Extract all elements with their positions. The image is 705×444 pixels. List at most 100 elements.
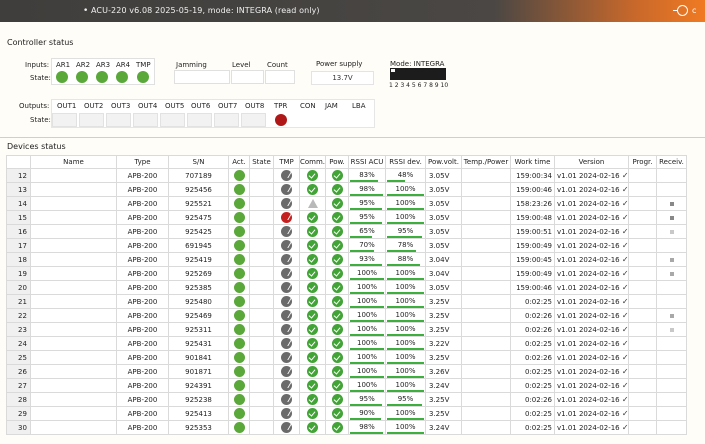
- device-name-cell[interactable]: [30, 322, 117, 337]
- outputs-state-label: State:: [30, 116, 51, 124]
- pow-volt-cell: 3.22V: [425, 336, 462, 351]
- progr-cell[interactable]: [628, 378, 657, 393]
- column-header-temp-power[interactable]: Temp./Power: [461, 155, 511, 169]
- table-row[interactable]: 14 APB-200 925521 95% 100% 3.05V 158:23:26 v1.0…: [6, 196, 687, 211]
- table-row[interactable]: 18 APB-200 925419 93% 88% 3.04V 159:00:45 v1.01…: [6, 252, 687, 267]
- column-header-name[interactable]: Name: [30, 155, 117, 169]
- version-check-icon: ✓: [621, 325, 629, 334]
- column-header-comm[interactable]: Comm.: [299, 155, 326, 169]
- device-name-cell[interactable]: [30, 364, 117, 379]
- table-row[interactable]: 17 APB-200 691945 70% 78% 3.05V 159:00:49 v1.01…: [6, 238, 687, 253]
- table-row[interactable]: 22 APB-200 925469 100% 100% 3.25V 0:02:26 v1.01…: [6, 308, 687, 323]
- version-check-icon: ✓: [621, 255, 629, 264]
- device-name-cell[interactable]: [30, 210, 117, 225]
- inputs-state-label: State:: [30, 74, 51, 82]
- device-name-cell[interactable]: [30, 252, 117, 267]
- progr-cell[interactable]: [628, 350, 657, 365]
- output-out5-state: [160, 113, 185, 127]
- table-row[interactable]: 16 APB-200 925425 65% 95% 3.05V 159:00:51 v1.01…: [6, 224, 687, 239]
- device-name-cell[interactable]: [30, 224, 117, 239]
- receiver-icon: [669, 327, 674, 332]
- device-name-cell[interactable]: [30, 378, 117, 393]
- device-name-cell[interactable]: [30, 420, 117, 435]
- rssi-acu-value: 100%: [356, 339, 377, 347]
- table-row[interactable]: 26 APB-200 901871 100% 100% 3.26V 0:02:25 v1.01…: [6, 364, 687, 379]
- tmp-cell: [273, 210, 300, 225]
- column-header-version[interactable]: Version: [554, 155, 629, 169]
- device-name-cell[interactable]: [30, 182, 117, 197]
- device-name-cell[interactable]: [30, 406, 117, 421]
- progr-cell[interactable]: [628, 196, 657, 211]
- rssi-acu-cell: 100%: [348, 294, 386, 309]
- table-row[interactable]: 30 APB-200 925353 98% 100% 3.24V 0:02:25 v1.01 …: [6, 420, 687, 435]
- column-header-type[interactable]: Type: [116, 155, 169, 169]
- column-header-state[interactable]: State: [249, 155, 274, 169]
- device-type-cell: APB-200: [116, 420, 169, 435]
- table-row[interactable]: 20 APB-200 925385 100% 100% 3.05V 159:00:46 v1.…: [6, 280, 687, 295]
- table-row[interactable]: 15 APB-200 925475 95% 100% 3.05V 159:00:48 v1.0…: [6, 210, 687, 225]
- progr-cell[interactable]: [628, 322, 657, 337]
- connection-icon[interactable]: [673, 5, 688, 16]
- version-value: v1.01 2024-02-16: [557, 354, 620, 362]
- progr-cell[interactable]: [628, 406, 657, 421]
- progr-cell[interactable]: [628, 168, 657, 183]
- act-cell: [228, 308, 250, 323]
- active-status-icon: [233, 422, 245, 433]
- tmp-cell: [273, 182, 300, 197]
- progr-cell[interactable]: [628, 252, 657, 267]
- table-row[interactable]: 13 APB-200 925456 98% 100% 3.05V 159:00:46 v1.0…: [6, 182, 687, 197]
- progr-cell[interactable]: [628, 420, 657, 435]
- device-name-cell[interactable]: [30, 266, 117, 281]
- device-name-cell[interactable]: [30, 168, 117, 183]
- device-name-cell[interactable]: [30, 196, 117, 211]
- column-header-tmp[interactable]: TMP: [273, 155, 300, 169]
- column-header-act[interactable]: Act.: [228, 155, 250, 169]
- device-sn-cell: 925413: [168, 406, 229, 421]
- column-header-rssi-dev[interactable]: RSSI dev.: [385, 155, 426, 169]
- progr-cell[interactable]: [628, 210, 657, 225]
- rssi-dev-cell: 100%: [385, 322, 426, 337]
- progr-cell[interactable]: [628, 308, 657, 323]
- column-header-pow-volt[interactable]: Pow.volt.: [425, 155, 462, 169]
- column-header-work-time[interactable]: Work time: [510, 155, 555, 169]
- column-header-progr[interactable]: Progr.: [628, 155, 657, 169]
- table-row[interactable]: 24 APB-200 925431 100% 100% 3.22V 0:02:25 v1.01…: [6, 336, 687, 351]
- table-row[interactable]: 21 APB-200 925480 100% 100% 3.25V 0:02:25 v1.01…: [6, 294, 687, 309]
- table-row[interactable]: 28 APB-200 925238 95% 95% 3.25V 0:02:26 v1.01 2…: [6, 392, 687, 407]
- table-row[interactable]: 25 APB-200 901841 100% 100% 3.25V 0:02:26 v1.01…: [6, 350, 687, 365]
- progr-cell[interactable]: [628, 294, 657, 309]
- table-row[interactable]: 19 APB-200 925269 100% 100% 3.04V 159:00:49 v1.…: [6, 266, 687, 281]
- version-cell: v1.01 2024-02-16 ✓: [554, 364, 629, 379]
- column-header-sn[interactable]: S/N: [168, 155, 229, 169]
- column-header-rssi-acu[interactable]: RSSI ACU: [348, 155, 386, 169]
- progr-cell[interactable]: [628, 238, 657, 253]
- input-tmp-label: TMP: [136, 61, 151, 69]
- table-row[interactable]: 12 APB-200 707189 83% 48% 3.05V 159:00:34 v1.01…: [6, 168, 687, 183]
- table-row[interactable]: 29 APB-200 925413 90% 100% 3.25V 0:02:25 v1.01 …: [6, 406, 687, 421]
- pow-volt-cell: 3.25V: [425, 350, 462, 365]
- state-cell: [249, 196, 274, 211]
- progr-cell[interactable]: [628, 224, 657, 239]
- device-name-cell[interactable]: [30, 336, 117, 351]
- progr-cell[interactable]: [628, 182, 657, 197]
- device-name-cell[interactable]: [30, 392, 117, 407]
- progr-cell[interactable]: [628, 266, 657, 281]
- table-row[interactable]: 23 APB-200 925311 100% 100% 3.25V 0:02:26 v1.01…: [6, 322, 687, 337]
- rssi-acu-bar: [350, 278, 384, 280]
- table-row[interactable]: 27 APB-200 924391 100% 100% 3.24V 0:02:25 v1.01…: [6, 378, 687, 393]
- device-name-cell[interactable]: [30, 280, 117, 295]
- rssi-acu-cell: 93%: [348, 252, 386, 267]
- progr-cell[interactable]: [628, 392, 657, 407]
- progr-cell[interactable]: [628, 336, 657, 351]
- column-header-pow[interactable]: Pow.: [325, 155, 349, 169]
- device-name-cell[interactable]: [30, 308, 117, 323]
- device-name-cell[interactable]: [30, 350, 117, 365]
- version-cell: v1.01 2024-02-16 ✓: [554, 336, 629, 351]
- device-name-cell[interactable]: [30, 238, 117, 253]
- pow-cell: [325, 308, 349, 323]
- device-name-cell[interactable]: [30, 294, 117, 309]
- column-header-index[interactable]: [6, 155, 31, 169]
- column-header-receiv[interactable]: Receiv.: [656, 155, 687, 169]
- progr-cell[interactable]: [628, 364, 657, 379]
- progr-cell[interactable]: [628, 280, 657, 295]
